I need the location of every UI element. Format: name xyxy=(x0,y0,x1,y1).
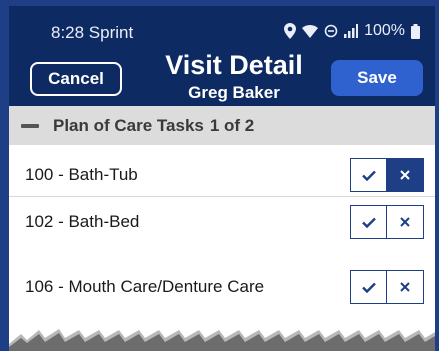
location-icon xyxy=(284,23,297,39)
app-header: 8:28 Sprint 100% Cancel Visit Detail Gre… xyxy=(9,6,435,106)
task-toggle xyxy=(350,158,424,192)
section-header[interactable]: Plan of Care Tasks 1 of 2 xyxy=(9,106,435,145)
complete-button[interactable] xyxy=(350,158,387,192)
task-label: 100 - Bath-Tub xyxy=(25,165,138,184)
cancel-button[interactable]: Cancel xyxy=(30,62,122,96)
check-icon xyxy=(361,170,376,181)
save-button[interactable]: Save xyxy=(331,60,423,96)
x-icon xyxy=(400,170,410,180)
status-time: 8:28 Sprint xyxy=(51,23,134,42)
battery-level: 100% xyxy=(364,22,405,39)
row-divider xyxy=(9,196,435,197)
frame-right xyxy=(435,0,439,351)
minus-icon[interactable] xyxy=(21,123,39,128)
frame-left xyxy=(0,0,9,351)
patient-name: Greg Baker xyxy=(188,83,280,102)
complete-button[interactable] xyxy=(350,205,387,239)
task-row: 106 - Mouth Care/Denture Care xyxy=(9,265,435,307)
section-title: Plan of Care Tasks xyxy=(53,115,204,135)
check-icon xyxy=(361,217,376,228)
task-label: 106 - Mouth Care/Denture Care xyxy=(25,277,265,296)
status-icons: 100% xyxy=(284,22,420,40)
battery-icon xyxy=(411,23,420,39)
signal-icon xyxy=(344,24,359,38)
sync-icon xyxy=(324,24,338,38)
task-row: 102 - Bath-Bed xyxy=(9,200,435,242)
torn-edge-decoration xyxy=(9,326,435,351)
page-title: Visit Detail xyxy=(165,50,303,80)
decline-button[interactable] xyxy=(387,205,424,239)
wifi-icon xyxy=(302,24,319,38)
decline-button[interactable] xyxy=(387,270,424,304)
x-icon xyxy=(400,282,410,292)
task-toggle xyxy=(350,205,424,239)
task-row: 100 - Bath-Tub xyxy=(9,153,435,195)
task-label: 102 - Bath-Bed xyxy=(25,212,140,231)
check-icon xyxy=(361,282,376,293)
complete-button[interactable] xyxy=(350,270,387,304)
decline-button[interactable] xyxy=(387,158,424,192)
x-icon xyxy=(400,217,410,227)
task-toggle xyxy=(350,270,424,304)
section-count: 1 of 2 xyxy=(209,115,255,135)
